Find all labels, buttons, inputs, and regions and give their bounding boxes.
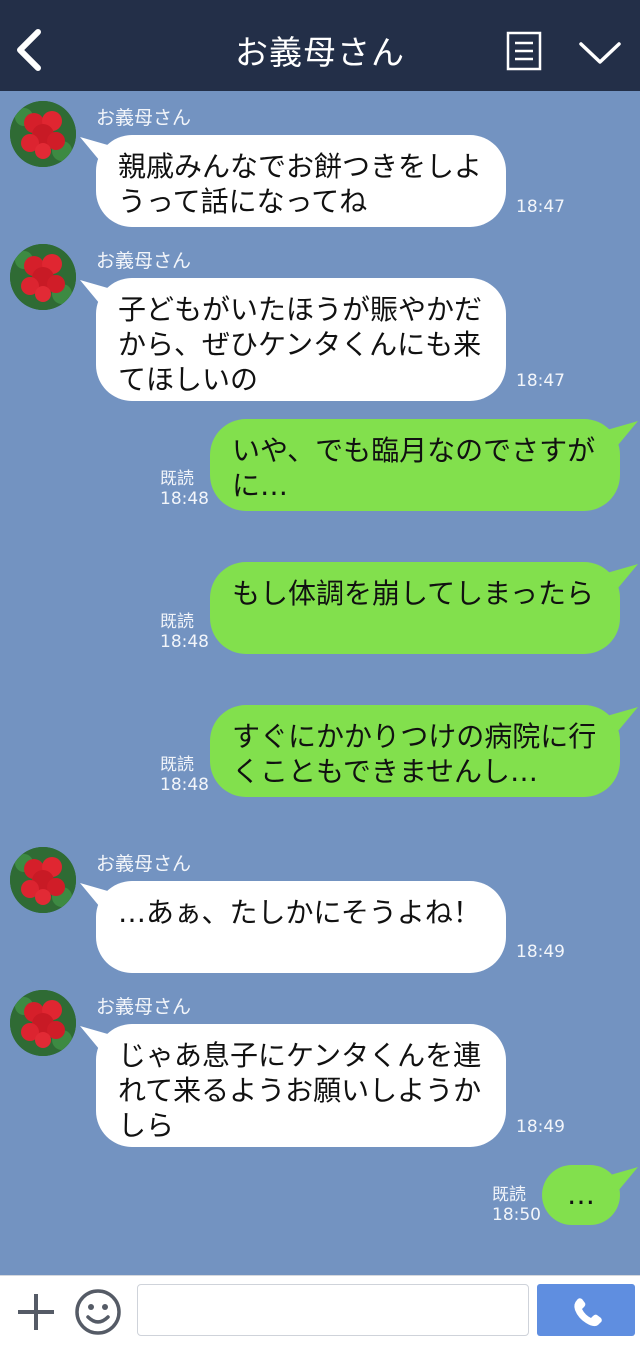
message-time: 18:49 xyxy=(516,942,565,962)
phone-icon xyxy=(574,1298,602,1327)
outgoing-message-bubble[interactable]: もし体調を崩してしまったら xyxy=(210,562,620,654)
message-time: 18:48 xyxy=(160,489,209,509)
input-bar xyxy=(0,1275,640,1346)
plus-icon[interactable] xyxy=(16,1292,56,1332)
flower-icon xyxy=(10,244,76,310)
menu-icon[interactable] xyxy=(506,31,542,71)
outgoing-message-bubble[interactable]: いや、でも臨月なのでさすがに… xyxy=(210,419,620,511)
incoming-message-bubble[interactable]: 子どもがいたほうが賑やかだから、ぜひケンタくんにも来てほしいの xyxy=(96,278,506,401)
outgoing-message-bubble[interactable]: … xyxy=(542,1165,620,1225)
message-time: 18:47 xyxy=(516,197,565,217)
emoji-icon[interactable] xyxy=(74,1288,122,1336)
read-status: 既読 18:48 xyxy=(160,755,209,795)
read-label: 既読 xyxy=(160,612,194,632)
outgoing-message-bubble[interactable]: すぐにかかりつけの病院に行くこともできませんし… xyxy=(210,705,620,797)
message-time: 18:47 xyxy=(516,371,565,391)
message-time: 18:50 xyxy=(492,1205,541,1225)
read-status: 既読 18:48 xyxy=(160,612,209,652)
sender-name: お義母さん xyxy=(96,996,192,1018)
chat-title: お義母さん xyxy=(235,33,405,72)
incoming-message-bubble[interactable]: じゃあ息子にケンタくんを連れて来るようお願いしようかしら xyxy=(96,1024,506,1147)
call-button[interactable] xyxy=(537,1284,635,1336)
flower-icon xyxy=(10,990,76,1056)
read-status: 既読 18:50 xyxy=(492,1185,541,1225)
avatar[interactable] xyxy=(10,244,76,310)
chat-header: お義母さん xyxy=(0,0,640,91)
chevron-down-icon[interactable] xyxy=(578,38,622,68)
read-label: 既読 xyxy=(160,469,194,489)
avatar[interactable] xyxy=(10,847,76,913)
flower-icon xyxy=(10,847,76,913)
message-time: 18:48 xyxy=(160,632,209,652)
sender-name: お義母さん xyxy=(96,853,192,875)
flower-icon xyxy=(10,101,76,167)
read-status: 既読 18:48 xyxy=(160,469,209,509)
sender-name: お義母さん xyxy=(96,107,192,129)
avatar[interactable] xyxy=(10,990,76,1056)
read-label: 既読 xyxy=(160,755,194,775)
message-input[interactable] xyxy=(137,1284,529,1336)
avatar[interactable] xyxy=(10,101,76,167)
read-label: 既読 xyxy=(492,1185,526,1205)
sender-name: お義母さん xyxy=(96,250,192,272)
incoming-message-bubble[interactable]: 親戚みんなでお餅つきをしようって話になってね xyxy=(96,135,506,227)
message-time: 18:48 xyxy=(160,775,209,795)
message-list[interactable]: お義母さん 親戚みんなでお餅つきをしようって話になってね 18:47 お義母さん… xyxy=(0,91,640,1275)
message-time: 18:49 xyxy=(516,1117,565,1137)
incoming-message-bubble[interactable]: …あぁ、たしかにそうよね！ xyxy=(96,881,506,973)
